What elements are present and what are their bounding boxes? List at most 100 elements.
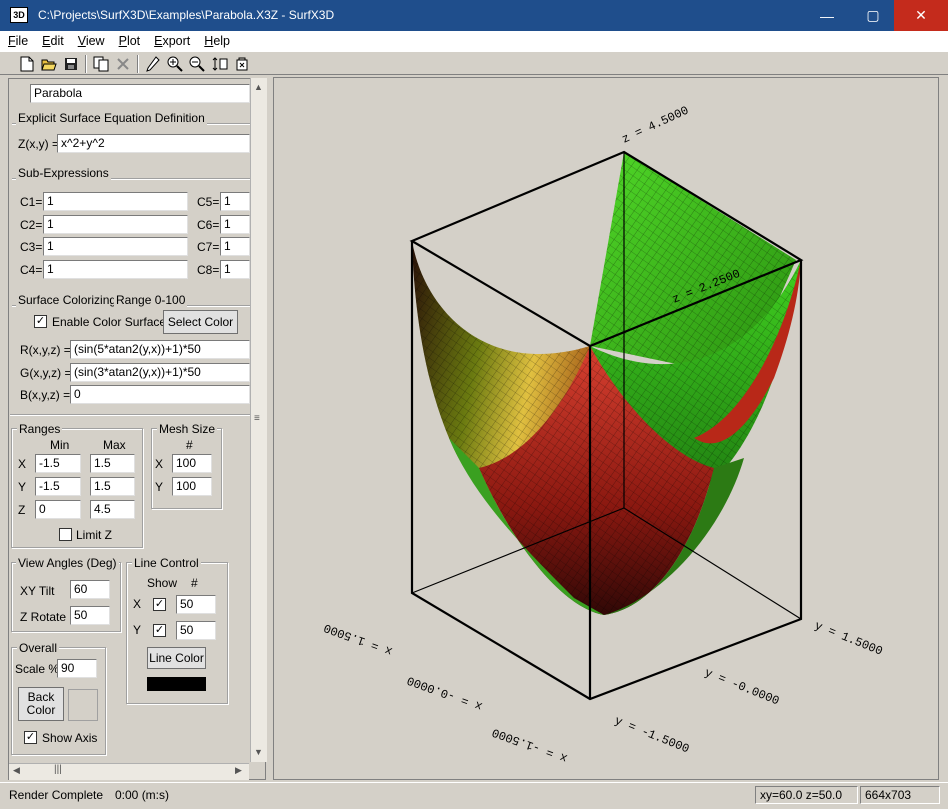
scroll-right-icon[interactable]: ▶ [235,765,242,776]
status-message: Render Complete [9,788,104,802]
copy-icon[interactable] [92,55,110,73]
title-bar: 3D C:\Projects\SurfX3D\Examples\Parabola… [0,0,948,31]
x-min-axis-label: x = -1.5000 [490,725,569,765]
new-file-icon[interactable] [18,55,36,73]
c2-input[interactable]: 1 [43,215,188,234]
render-time: 0:00 (m:s) [115,788,170,802]
x-max-axis-label: x = 1.5000 [322,620,394,658]
show-header: Show [147,576,178,590]
scale-label: Scale % [15,662,60,676]
g-equation-input[interactable]: (sin(3*atan2(y,x))+1)*50 [70,363,250,382]
z-rotate-input[interactable]: 50 [70,606,110,625]
back-color-button[interactable]: Back Color [18,687,64,721]
line-y-checkbox[interactable]: ✓ [153,624,166,637]
scale-input[interactable]: 90 [57,659,97,678]
minimize-button[interactable]: — [804,0,850,31]
plot-canvas[interactable]: z = 4.5000 z = 2.2500 x = 1.5000 x = -0.… [273,77,939,780]
color-range-label: Range 0-100 [114,293,188,307]
menu-bar: File Edit View Plot Export Help [0,31,948,51]
reset-icon[interactable] [233,55,251,73]
mesh-x-input[interactable]: 100 [172,454,212,473]
min-header: Min [50,438,70,452]
c8-label: C8= [197,263,220,277]
c1-input[interactable]: 1 [43,192,188,211]
line-y-count-input[interactable]: 50 [176,621,216,640]
scroll-grip-icon[interactable]: ≡ [254,413,260,424]
r-equation-input[interactable]: (sin(5*atan2(y,x))+1)*50 [70,340,250,359]
maximize-button[interactable]: ▢ [850,0,896,31]
line-color-swatch [147,677,206,691]
z-equation-label: Z(x,y) = [18,137,59,151]
y-max-input[interactable]: 1.5 [90,477,135,496]
fit-icon[interactable] [211,55,229,73]
line-hash-header: # [191,576,198,590]
close-button[interactable]: ✕ [894,0,948,31]
surface-name-input[interactable]: Parabola [30,84,250,103]
c8-input[interactable]: 1 [220,260,250,279]
scroll-thumb-icon[interactable]: ||| [54,764,62,775]
menu-view[interactable]: View [78,34,105,48]
x-max-input[interactable]: 1.5 [90,454,135,473]
line-control-title: Line Control [132,556,201,570]
menu-file[interactable]: File [8,34,28,48]
open-folder-icon[interactable] [40,55,58,73]
c3-label: C3= [20,240,43,254]
show-axis-checkbox[interactable]: ✓ [24,731,37,744]
x-mid-axis-label: x = -0.0000 [405,673,484,713]
y-max-axis-label: y = 1.5000 [813,619,885,659]
toolbar-separator [137,55,139,73]
z-min-input[interactable]: 0 [35,500,81,519]
scroll-left-icon[interactable]: ◀ [13,765,20,776]
mesh-size-title: Mesh Size [157,422,218,436]
window-title: C:\Projects\SurfX3D\Examples\Parabola.X3… [38,8,335,22]
panel-horizontal-scrollbar[interactable]: ◀ ||| ▶ [9,763,249,780]
y-mid-axis-label: y = -0.0000 [703,666,782,709]
toolbar-separator [85,55,87,73]
xy-tilt-label: XY Tilt [20,584,55,598]
app-icon: 3D [10,7,28,23]
line-x-count-input[interactable]: 50 [176,595,216,614]
scroll-down-icon[interactable]: ▼ [254,747,263,757]
menu-plot[interactable]: Plot [119,34,141,48]
toolbar [0,51,948,75]
limit-z-checkbox[interactable] [59,528,72,541]
c5-input[interactable]: 1 [220,192,250,211]
y-min-input[interactable]: -1.5 [35,477,81,496]
mesh-x-label: X [155,457,164,471]
scroll-up-icon[interactable]: ▲ [254,82,263,92]
z-equation-input[interactable]: x^2+y^2 [57,134,250,153]
c3-input[interactable]: 1 [43,237,188,256]
menu-help[interactable]: Help [204,34,230,48]
x-min-input[interactable]: -1.5 [35,454,81,473]
limit-z-label: Limit Z [76,528,112,542]
show-axis-label: Show Axis [42,731,98,745]
line-x-checkbox[interactable]: ✓ [153,598,166,611]
explicit-equation-title: Explicit Surface Equation Definition [16,111,207,125]
c7-input[interactable]: 1 [220,237,250,256]
z-max-input[interactable]: 4.5 [90,500,135,519]
xy-tilt-input[interactable]: 60 [70,580,110,599]
delete-icon[interactable] [114,55,132,73]
line-color-button[interactable]: Line Color [147,647,206,669]
c6-input[interactable]: 1 [220,215,250,234]
pencil-icon[interactable] [144,55,162,73]
c4-input[interactable]: 1 [43,260,188,279]
subexpressions-title: Sub-Expressions [16,166,111,180]
menu-export[interactable]: Export [154,34,190,48]
b-equation-label: B(x,y,z) = [20,388,71,402]
zoom-in-icon[interactable] [166,55,184,73]
section-divider [10,414,250,416]
view-angles-title: View Angles (Deg) [16,556,119,570]
b-equation-input[interactable]: 0 [70,385,250,404]
save-icon[interactable] [62,55,80,73]
zoom-out-icon[interactable] [188,55,206,73]
enable-color-checkbox[interactable]: ✓ [34,315,47,328]
menu-edit[interactable]: Edit [42,34,64,48]
c5-label: C5= [197,195,220,209]
x-range-label: X [18,457,27,471]
select-color-button[interactable]: Select Color [163,310,238,334]
c4-label: C4= [20,263,43,277]
mesh-y-input[interactable]: 100 [172,477,212,496]
panel-vertical-scrollbar[interactable]: ▲ ≡ ▼ [250,78,267,762]
z-max-axis-label: z = 4.5000 [620,104,691,147]
